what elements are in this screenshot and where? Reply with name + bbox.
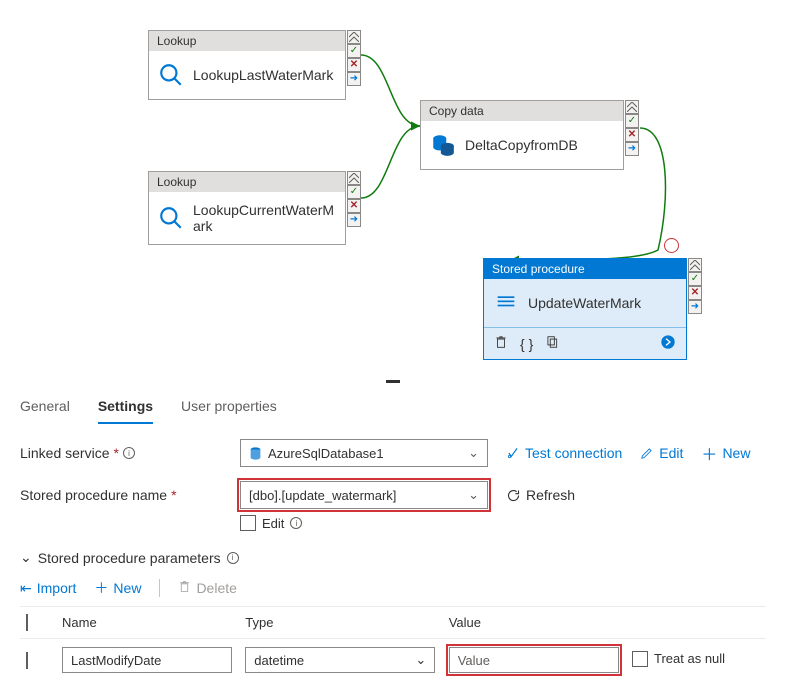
- col-value: Value: [443, 607, 626, 639]
- tab-general[interactable]: General: [20, 398, 70, 424]
- linked-service-select[interactable]: AzureSqlDatabase1 ⌄: [240, 439, 488, 467]
- activity-type-label: Stored procedure: [484, 259, 686, 279]
- new-linked-service-button[interactable]: ＋ New: [701, 441, 750, 465]
- success-icon[interactable]: ✓: [688, 272, 702, 286]
- braces-icon[interactable]: { }: [520, 336, 533, 352]
- stored-procedure-select[interactable]: [dbo].[update_watermark] ⌄: [240, 481, 488, 509]
- success-icon[interactable]: ✓: [347, 185, 361, 199]
- col-name: Name: [56, 607, 239, 639]
- select-all-checkbox[interactable]: [26, 614, 28, 631]
- details-tabs: General Settings User properties: [0, 388, 786, 425]
- plus-icon: ＋: [701, 441, 717, 465]
- delete-param-button[interactable]: Delete: [178, 580, 236, 596]
- param-type-select[interactable]: datetime ⌄: [245, 647, 435, 673]
- import-icon: ⇤: [20, 580, 32, 597]
- parameters-section-title: Stored procedure parameters: [38, 550, 221, 566]
- completion-icon[interactable]: ➜: [347, 213, 361, 227]
- parameters-table: Name Type Value LastModifyDate datetime …: [20, 606, 766, 681]
- edit-checkbox[interactable]: [240, 515, 256, 531]
- activity-status-icons[interactable]: ✓ ✕ ➜: [688, 258, 702, 314]
- test-connection-button[interactable]: Test connection: [506, 445, 622, 461]
- chevron-down-icon: ⌄: [415, 652, 426, 668]
- activity-lookup-last[interactable]: Lookup LookupLastWaterMark: [148, 30, 346, 100]
- collapse-icon[interactable]: [688, 258, 702, 272]
- activity-copy-data[interactable]: Copy data DeltaCopyfromDB: [420, 100, 624, 170]
- parameters-section-toggle[interactable]: ⌄ Stored procedure parameters i: [20, 549, 766, 566]
- activity-status-icons[interactable]: ✓ ✕ ➜: [625, 100, 639, 156]
- chevron-down-icon: ⌄: [468, 487, 479, 503]
- trash-icon: [178, 580, 191, 596]
- activity-type-label: Lookup: [149, 172, 345, 192]
- table-row: LastModifyDate datetime ⌄ Value: [20, 639, 766, 682]
- magnifier-icon: [157, 61, 185, 89]
- activity-type-label: Lookup: [149, 31, 345, 51]
- tab-settings[interactable]: Settings: [98, 398, 153, 424]
- row-checkbox[interactable]: [26, 652, 28, 669]
- activity-name: DeltaCopyfromDB: [465, 137, 578, 153]
- activity-status-icons[interactable]: ✓ ✕ ➜: [347, 171, 361, 227]
- failure-icon[interactable]: ✕: [688, 286, 702, 300]
- info-icon[interactable]: i: [123, 447, 135, 459]
- activity-stored-procedure[interactable]: Stored procedure UpdateWaterMark { }: [483, 258, 687, 360]
- activity-name: LookupLastWaterMark: [193, 67, 333, 83]
- database-copy-icon: [429, 131, 457, 159]
- refresh-button[interactable]: Refresh: [506, 487, 575, 503]
- param-name-input[interactable]: LastModifyDate: [62, 647, 232, 673]
- copy-icon[interactable]: [545, 335, 559, 352]
- edit-checkbox-label: Edit: [262, 516, 284, 531]
- collapse-icon[interactable]: [625, 100, 639, 114]
- validation-indicator-icon: [664, 238, 679, 253]
- activity-name: UpdateWaterMark: [528, 295, 641, 311]
- info-icon[interactable]: i: [227, 552, 239, 564]
- treat-as-null-checkbox[interactable]: [632, 651, 648, 667]
- pipeline-canvas[interactable]: Lookup LookupLastWaterMark ✓ ✕ ➜ Lookup …: [0, 0, 786, 380]
- arrow-right-circle-icon[interactable]: [660, 334, 676, 353]
- completion-icon[interactable]: ➜: [625, 142, 639, 156]
- plus-icon: ＋: [94, 578, 108, 598]
- activity-toolbar: { }: [484, 327, 686, 359]
- activity-lookup-current[interactable]: Lookup LookupCurrentWaterMark: [148, 171, 346, 245]
- success-icon[interactable]: ✓: [625, 114, 639, 128]
- azure-sql-icon: [249, 447, 262, 460]
- success-icon[interactable]: ✓: [347, 44, 361, 58]
- stored-procedure-icon: [492, 289, 520, 317]
- linked-service-label: Linked service* i: [20, 445, 240, 461]
- collapse-icon[interactable]: [347, 30, 361, 44]
- failure-icon[interactable]: ✕: [625, 128, 639, 142]
- edit-linked-service-button[interactable]: Edit: [640, 445, 683, 461]
- magnifier-icon: [157, 204, 185, 232]
- delete-icon[interactable]: [494, 335, 508, 352]
- info-icon[interactable]: i: [290, 517, 302, 529]
- new-param-button[interactable]: ＋ New: [94, 578, 141, 598]
- chevron-down-icon: ⌄: [468, 445, 479, 461]
- panel-resize-handle[interactable]: [386, 380, 400, 383]
- activity-type-label: Copy data: [421, 101, 623, 121]
- treat-as-null-label: Treat as null: [654, 651, 725, 666]
- tab-user-properties[interactable]: User properties: [181, 398, 277, 424]
- activity-name: LookupCurrentWaterMark: [193, 202, 337, 234]
- param-value-input[interactable]: Value: [449, 647, 619, 673]
- failure-icon[interactable]: ✕: [347, 58, 361, 72]
- completion-icon[interactable]: ➜: [688, 300, 702, 314]
- activity-status-icons[interactable]: ✓ ✕ ➜: [347, 30, 361, 86]
- failure-icon[interactable]: ✕: [347, 199, 361, 213]
- stored-procedure-name-label: Stored procedure name*: [20, 487, 240, 503]
- stored-procedure-value: [dbo].[update_watermark]: [249, 488, 396, 503]
- completion-icon[interactable]: ➜: [347, 72, 361, 86]
- collapse-icon[interactable]: [347, 171, 361, 185]
- chevron-down-icon: ⌄: [20, 549, 32, 566]
- linked-service-value: AzureSqlDatabase1: [268, 446, 384, 461]
- import-button[interactable]: ⇤ Import: [20, 580, 76, 597]
- col-type: Type: [239, 607, 442, 639]
